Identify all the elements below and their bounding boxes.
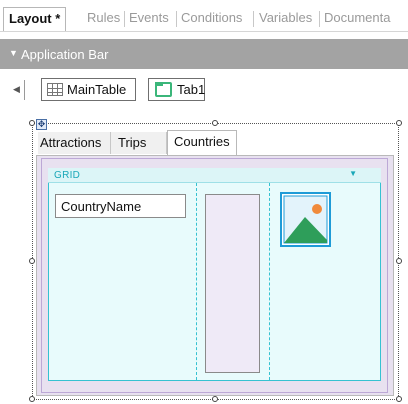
- resize-handle[interactable]: [29, 258, 35, 264]
- application-bar-label: Application Bar: [21, 47, 109, 62]
- breadcrumb-tab1[interactable]: Tab1: [148, 78, 205, 101]
- resize-handle[interactable]: [212, 396, 218, 402]
- resize-handle[interactable]: [29, 120, 35, 126]
- tab-control-icon: [155, 82, 172, 97]
- breadcrumb-main-table[interactable]: MainTable: [41, 78, 136, 101]
- breadcrumb-tab1-label: Tab1: [177, 82, 206, 97]
- editor-tab-bar: Layout * Rules Events Conditions Variabl…: [0, 0, 408, 32]
- tab-rules[interactable]: Rules: [87, 10, 120, 25]
- grid-column-divider: [196, 183, 197, 380]
- tab-separator: [124, 11, 125, 27]
- tab-attractions[interactable]: Attractions: [38, 132, 111, 154]
- tab-separator: [253, 11, 254, 27]
- tab-documentation[interactable]: Documenta: [324, 10, 390, 25]
- application-bar[interactable]: ▼ Application Bar: [0, 39, 408, 69]
- tab-separator: [319, 11, 320, 27]
- table-icon: [47, 83, 63, 96]
- empty-cell[interactable]: [205, 194, 260, 373]
- tab-countries[interactable]: Countries: [167, 130, 237, 155]
- resize-handle[interactable]: [396, 258, 402, 264]
- move-handle-icon[interactable]: ✥: [36, 119, 47, 130]
- grid-label: GRID: [54, 170, 81, 181]
- image-placeholder-icon[interactable]: [280, 192, 331, 247]
- resize-handle[interactable]: [396, 396, 402, 402]
- tab-separator: [176, 11, 177, 27]
- resize-handle[interactable]: [396, 120, 402, 126]
- grid-column-divider: [269, 183, 270, 380]
- tab-conditions[interactable]: Conditions: [181, 10, 242, 25]
- chevron-down-icon[interactable]: ▼: [9, 48, 18, 58]
- breadcrumb-main-table-label: MainTable: [67, 82, 127, 97]
- country-name-field[interactable]: CountryName: [55, 194, 186, 218]
- tab-layout[interactable]: Layout *: [3, 7, 67, 31]
- resize-handle[interactable]: [212, 120, 218, 126]
- chevron-down-icon[interactable]: ▼: [349, 169, 357, 178]
- tab-variables[interactable]: Variables: [259, 10, 312, 25]
- tab-events[interactable]: Events: [129, 10, 169, 25]
- tab-trips[interactable]: Trips: [111, 132, 167, 154]
- grid-header[interactable]: GRID ▼: [48, 168, 381, 183]
- breadcrumb-back-arrow-icon[interactable]: ◀: [9, 80, 25, 100]
- resize-handle[interactable]: [29, 396, 35, 402]
